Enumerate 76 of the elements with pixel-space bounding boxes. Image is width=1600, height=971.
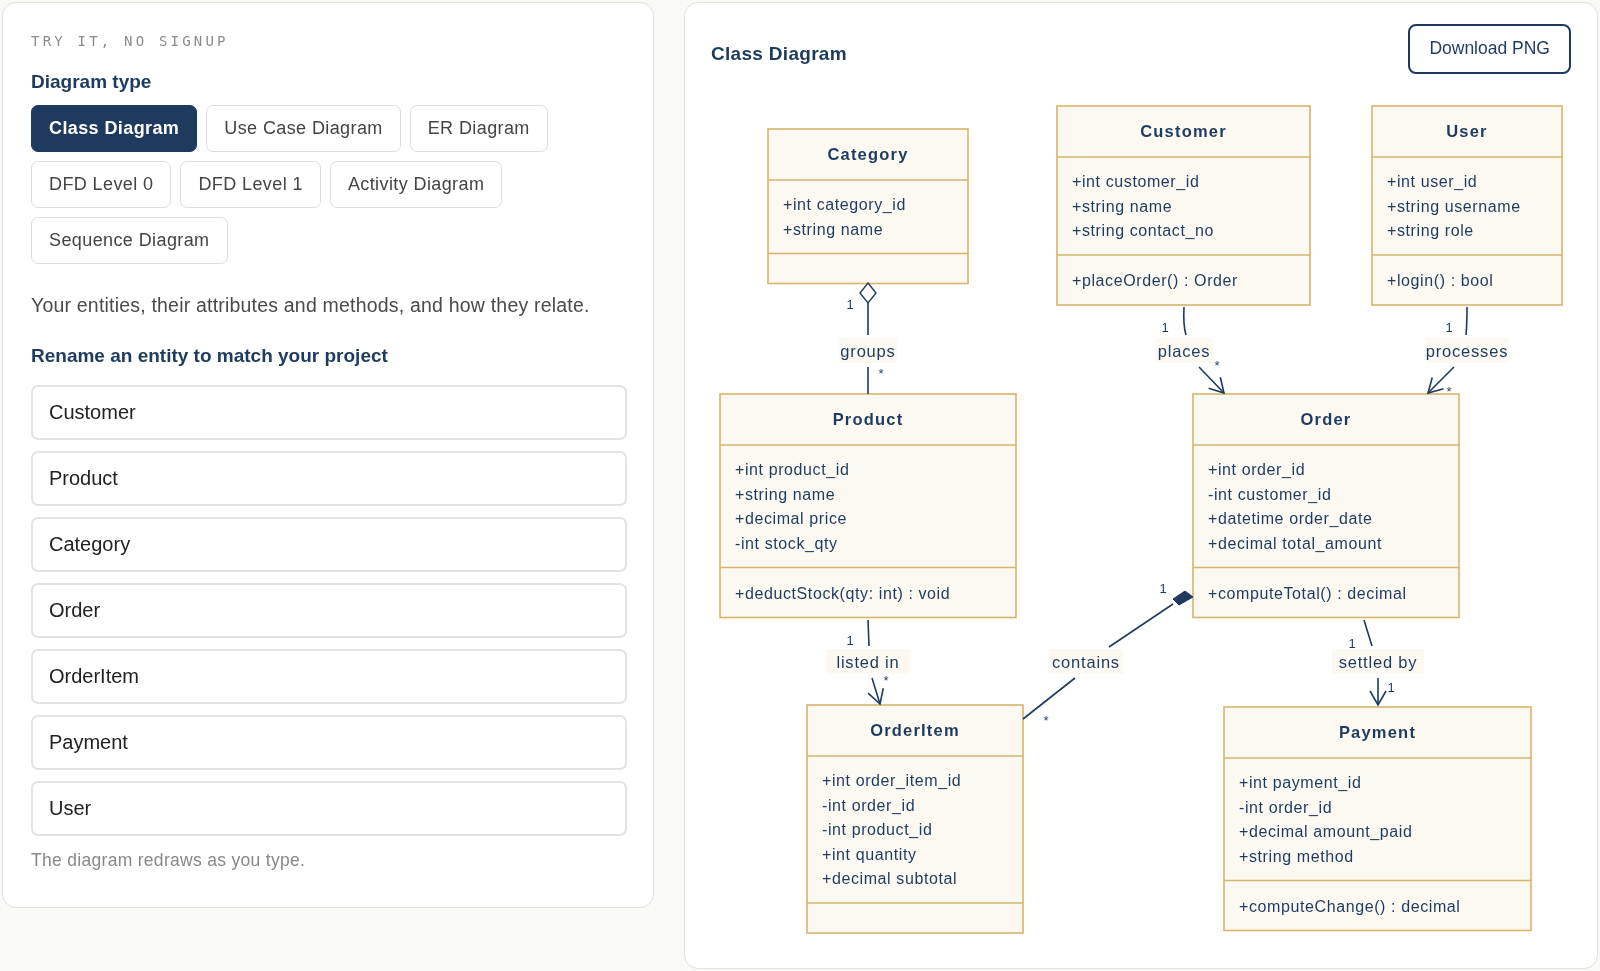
class-attribute: +decimal total_amount — [1208, 534, 1383, 552]
class-method: +computeChange() : decimal — [1239, 897, 1461, 915]
class-attribute: +int user_id — [1387, 173, 1478, 190]
multiplicity-label: * — [878, 366, 884, 381]
entity-name-field[interactable]: Category — [31, 517, 627, 572]
class-attribute: +int quantity — [822, 845, 917, 863]
diagram-type-button[interactable]: Class Diagram — [31, 105, 198, 152]
class-attribute: +int order_id — [1208, 461, 1306, 478]
relation-label: contains — [1048, 649, 1124, 674]
multiplicity-label: 1 — [1445, 320, 1453, 335]
entity-name-field[interactable]: Product — [31, 451, 627, 506]
class-name: Category — [827, 145, 909, 163]
entity-name-field[interactable]: Customer — [31, 385, 627, 440]
relation-label: listed in — [826, 649, 910, 674]
class-attribute: +int category_id — [783, 196, 906, 213]
class-method: +login() : bool — [1387, 272, 1494, 289]
description-text: Your entities, their attributes and methods, and how they relate. — [31, 294, 591, 317]
class-attribute: +decimal amount_paid — [1239, 823, 1413, 840]
class-name: Order — [1300, 410, 1352, 428]
entity-name-field[interactable]: User — [31, 781, 627, 836]
class-attribute: +string method — [1239, 847, 1354, 865]
eyebrow-text: TRY IT, NO SIGNUP — [31, 33, 230, 49]
relation-label: groups — [839, 338, 897, 363]
class-attribute: -int order_id — [822, 796, 916, 814]
diagram-type-button[interactable]: DFD Level 0 — [31, 161, 172, 208]
class-attribute: -int product_id — [822, 821, 933, 838]
diagram-type-button[interactable]: ER Diagram — [409, 105, 548, 152]
multiplicity-label: 1 — [1387, 680, 1395, 695]
class-method: +computeTotal() : decimal — [1208, 584, 1407, 602]
multiplicity-label: * — [1043, 713, 1049, 728]
multiplicity-label: 1 — [1159, 581, 1167, 596]
diagram-title: Class Diagram — [711, 42, 847, 65]
hint-text: The diagram redraws as you type. — [31, 850, 307, 871]
multiplicity-label: * — [1214, 358, 1220, 373]
relation-label: processes — [1425, 338, 1509, 363]
class-attribute: +decimal price — [735, 510, 847, 527]
section-heading: Diagram type — [31, 71, 153, 93]
class-name: User — [1446, 122, 1488, 140]
multiplicity-label: 1 — [846, 297, 854, 312]
multiplicity-label: 1 — [1348, 636, 1356, 651]
class-attribute: +int payment_id — [1239, 774, 1362, 791]
section-heading: Rename an entity to match your project — [31, 345, 389, 367]
class-attribute: -int stock_qty — [735, 534, 838, 552]
class-attribute: +string contact_no — [1072, 222, 1214, 239]
class-attribute: +int product_id — [735, 461, 850, 478]
class-attribute: -int order_id — [1239, 798, 1333, 816]
class-attribute: -int customer_id — [1208, 485, 1332, 503]
entity-name-field[interactable]: Payment — [31, 715, 627, 770]
class-attribute: +string name — [783, 220, 884, 238]
class-attribute: +string username — [1387, 197, 1521, 215]
class-name: Product — [832, 410, 904, 428]
entity-name-field[interactable]: Order — [31, 583, 627, 638]
multiplicity-label: 1 — [846, 633, 854, 648]
diagram-type-button[interactable]: Use Case Diagram — [206, 105, 401, 152]
class-attribute: +string role — [1387, 222, 1474, 239]
class-name: Customer — [1140, 122, 1227, 140]
class-name: OrderItem — [870, 721, 960, 739]
relation-label: places — [1155, 338, 1213, 363]
class-attribute: +string name — [735, 485, 836, 503]
entity-name-field[interactable]: OrderItem — [31, 649, 627, 704]
diagram-type-button[interactable]: Activity Diagram — [329, 161, 503, 208]
class-attribute: +string name — [1072, 197, 1173, 215]
class-method: +placeOrder() : Order — [1072, 272, 1238, 289]
class-name: Payment — [1338, 723, 1417, 741]
download-button[interactable]: Download PNG — [1408, 23, 1571, 74]
multiplicity-label: * — [883, 673, 889, 688]
class-method: +deductStock(qty: int) : void — [735, 584, 951, 602]
class-attribute: +int order_item_id — [822, 772, 962, 789]
diagram-type-button[interactable]: DFD Level 1 — [180, 161, 321, 208]
multiplicity-label: * — [1446, 384, 1452, 399]
diagram-type-button[interactable]: Sequence Diagram — [31, 217, 228, 264]
multiplicity-label: 1 — [1161, 320, 1169, 335]
relation-label: settled by — [1332, 649, 1424, 674]
class-attribute: +decimal subtotal — [822, 870, 958, 887]
class-attribute: +int customer_id — [1072, 173, 1200, 190]
class-attribute: +datetime order_date — [1208, 510, 1373, 527]
